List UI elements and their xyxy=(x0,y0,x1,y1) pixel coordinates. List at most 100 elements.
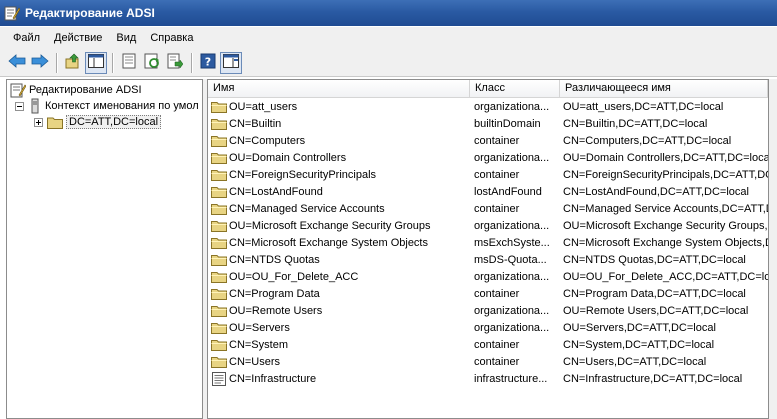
table-row[interactable]: OU=att_users organizationa... OU=att_users… xyxy=(208,98,768,115)
table-row[interactable]: CN=Managed Service Accounts container CN=M… xyxy=(208,200,768,217)
folder-icon xyxy=(211,152,227,164)
tree-item-naming-context[interactable]: Контекст именования по умол xyxy=(15,98,199,114)
folder-icon xyxy=(211,254,227,266)
row-name-text: CN=Infrastructure xyxy=(229,372,317,385)
table-row[interactable]: OU=Servers organizationa... OU=Servers,DC=… xyxy=(208,319,768,336)
menu-file[interactable]: Файл xyxy=(6,30,47,46)
show-hide-tree-icon xyxy=(88,54,104,71)
cell-class: container xyxy=(474,355,520,368)
table-row[interactable]: CN=NTDS Quotas msDS-Quota... CN=NTDS Quota… xyxy=(208,251,768,268)
cell-distinguished-name: OU=OU_For_Delete_ACC,DC=ATT,DC=local xyxy=(563,270,768,283)
table-row[interactable]: CN=Computers container CN=Computers,DC=ATT… xyxy=(208,132,768,149)
cell-distinguished-name: CN=Managed Service Accounts,DC=ATT,DC=l xyxy=(563,202,768,215)
cell-distinguished-name: OU=att_users,DC=ATT,DC=local xyxy=(563,100,724,113)
menu-bar: Файл Действие Вид Справка xyxy=(0,27,777,49)
server-icon xyxy=(28,98,42,114)
toolbar-separator xyxy=(191,52,193,73)
cell-distinguished-name: OU=Domain Controllers,DC=ATT,DC=local xyxy=(563,151,768,164)
table-row[interactable]: OU=Remote Users organizationa... OU=Remote… xyxy=(208,302,768,319)
cell-name: CN=Computers xyxy=(208,135,470,147)
cell-class: container xyxy=(474,338,520,351)
expand-icon[interactable] xyxy=(34,117,43,127)
back-button[interactable] xyxy=(6,52,28,74)
forward-arrow-icon xyxy=(31,54,49,71)
table-row[interactable]: CN=LostAndFound lostAndFound CN=LostAndFou… xyxy=(208,183,768,200)
row-name-text: CN=Users xyxy=(229,355,281,368)
folder-icon xyxy=(211,288,227,300)
table-row[interactable]: OU=Microsoft Exchange Security Groups org… xyxy=(208,217,768,234)
cell-name: CN=ForeignSecurityPrincipals xyxy=(208,169,470,181)
table-row[interactable]: CN=Builtin builtinDomain CN=Builtin,DC=ATT… xyxy=(208,115,768,132)
table-row[interactable]: CN=System container CN=System,DC=ATT,DC=lo… xyxy=(208,336,768,353)
cell-class: organizationa... xyxy=(474,270,550,283)
properties-button[interactable] xyxy=(118,52,140,74)
cell-class: organizationa... xyxy=(474,100,550,113)
results-list[interactable]: Имя Класс Различающееся имя OU=att_users… xyxy=(207,79,769,419)
show-hide-action-pane-button[interactable] xyxy=(220,51,242,74)
row-name-text: CN=Program Data xyxy=(229,287,320,300)
table-row[interactable]: CN=ForeignSecurityPrincipals container CN=… xyxy=(208,166,768,183)
back-arrow-icon xyxy=(8,54,26,71)
table-row[interactable]: CN=Infrastructure infrastructure... CN=Inf… xyxy=(208,370,768,387)
row-name-text: OU=att_users xyxy=(229,100,298,113)
cell-class: container xyxy=(474,168,520,181)
toolbar-separator xyxy=(112,52,114,73)
menu-view[interactable]: Вид xyxy=(109,30,143,46)
column-header-dn[interactable]: Различающееся имя xyxy=(560,80,768,97)
cell-name: OU=Servers xyxy=(208,322,470,334)
table-row[interactable]: OU=OU_For_Delete_ACC organizationa... OU=O… xyxy=(208,268,768,285)
forward-button[interactable] xyxy=(29,52,51,74)
up-folder-icon xyxy=(65,53,81,72)
cell-name: CN=NTDS Quotas xyxy=(208,254,470,266)
folder-icon xyxy=(211,220,227,232)
cell-class: organizationa... xyxy=(474,304,550,317)
cell-name: CN=System xyxy=(208,339,470,351)
folder-icon xyxy=(211,322,227,334)
tree-item-domain[interactable]: DC=ATT,DC=local xyxy=(34,114,162,130)
cell-class: container xyxy=(474,134,520,147)
cell-name: CN=LostAndFound xyxy=(208,186,470,198)
show-hide-console-tree-button[interactable] xyxy=(85,51,107,74)
help-button[interactable]: ? xyxy=(197,52,219,74)
cell-name: CN=Program Data xyxy=(208,288,470,300)
folder-icon xyxy=(47,116,63,129)
tree-domain-label: DC=ATT,DC=local xyxy=(66,115,162,129)
cell-class: organizationa... xyxy=(474,321,550,334)
row-name-text: OU=Microsoft Exchange Security Groups xyxy=(229,219,431,232)
table-row[interactable]: CN=Users container CN=Users,DC=ATT,DC=loca… xyxy=(208,353,768,370)
cell-distinguished-name: CN=Infrastructure,DC=ATT,DC=local xyxy=(563,372,743,385)
document-icon xyxy=(211,371,227,386)
table-row[interactable]: CN=Program Data container CN=Program Data,… xyxy=(208,285,768,302)
help-icon: ? xyxy=(200,53,216,72)
console-tree[interactable]: Редактирование ADSI Контекст именования … xyxy=(6,79,203,419)
collapse-icon[interactable] xyxy=(15,101,24,111)
cell-distinguished-name: OU=Servers,DC=ATT,DC=local xyxy=(563,321,716,334)
cell-class: organizationa... xyxy=(474,151,550,164)
tree-context-label: Контекст именования по умол xyxy=(45,100,199,112)
cell-class: msDS-Quota... xyxy=(474,253,547,266)
refresh-icon xyxy=(144,53,160,72)
menu-action[interactable]: Действие xyxy=(47,30,109,46)
cell-name: OU=Microsoft Exchange Security Groups xyxy=(208,220,470,232)
cell-class: builtinDomain xyxy=(474,117,541,130)
column-header-name[interactable]: Имя xyxy=(208,80,470,97)
tree-item-root[interactable]: Редактирование ADSI xyxy=(10,82,142,98)
table-row[interactable]: CN=Microsoft Exchange System Objects msEx… xyxy=(208,234,768,251)
cell-distinguished-name: CN=Builtin,DC=ATT,DC=local xyxy=(563,117,708,130)
export-list-button[interactable] xyxy=(164,52,186,74)
cell-distinguished-name: CN=NTDS Quotas,DC=ATT,DC=local xyxy=(563,253,746,266)
up-one-level-button[interactable] xyxy=(62,52,84,74)
properties-icon xyxy=(121,53,137,72)
cell-distinguished-name: OU=Remote Users,DC=ATT,DC=local xyxy=(563,304,749,317)
list-header: Имя Класс Различающееся имя xyxy=(208,80,768,98)
cell-distinguished-name: CN=LostAndFound,DC=ATT,DC=local xyxy=(563,185,749,198)
folder-icon xyxy=(211,339,227,351)
refresh-button[interactable] xyxy=(141,52,163,74)
row-name-text: OU=OU_For_Delete_ACC xyxy=(229,270,359,283)
cell-name: OU=Remote Users xyxy=(208,305,470,317)
cell-class: infrastructure... xyxy=(474,372,548,385)
column-header-class[interactable]: Класс xyxy=(470,80,560,97)
cell-distinguished-name: CN=Computers,DC=ATT,DC=local xyxy=(563,134,732,147)
menu-help[interactable]: Справка xyxy=(143,30,200,46)
table-row[interactable]: OU=Domain Controllers organizationa... OU=… xyxy=(208,149,768,166)
